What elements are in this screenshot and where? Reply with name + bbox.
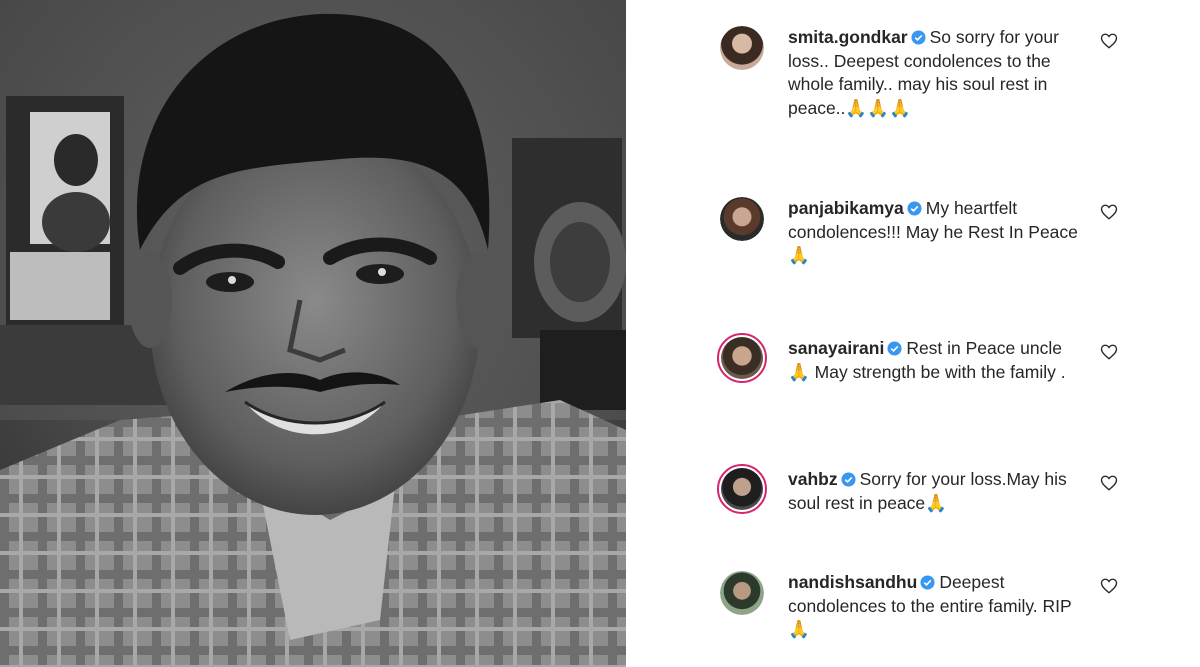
- avatar[interactable]: [717, 333, 767, 383]
- avatar[interactable]: [720, 571, 764, 615]
- comment-username[interactable]: nandishsandhu: [788, 572, 917, 592]
- comment-username[interactable]: sanayairani: [788, 338, 884, 358]
- heart-outline-icon[interactable]: [1100, 577, 1118, 595]
- portrait-photo: [0, 0, 626, 667]
- heart-outline-icon[interactable]: [1100, 343, 1118, 361]
- comment-username[interactable]: panjabikamya: [788, 198, 904, 218]
- comment-text: nandishsandhu Deepest condolences to the …: [788, 571, 1088, 642]
- avatar[interactable]: [717, 464, 767, 514]
- comment-text: vahbz Sorry for your loss.May his soul re…: [788, 468, 1088, 515]
- heart-outline-icon[interactable]: [1100, 203, 1118, 221]
- verified-badge-icon: [887, 341, 902, 356]
- verified-badge-icon: [920, 575, 935, 590]
- avatar[interactable]: [720, 197, 764, 241]
- comment-text: sanayairani Rest in Peace uncle 🙏 May str…: [788, 337, 1088, 384]
- comment-username[interactable]: vahbz: [788, 469, 838, 489]
- comment-text: smita.gondkar So sorry for your loss.. De…: [788, 26, 1088, 120]
- heart-outline-icon[interactable]: [1100, 32, 1118, 50]
- verified-badge-icon: [911, 30, 926, 45]
- verified-badge-icon: [841, 472, 856, 487]
- post-photo: [0, 0, 626, 667]
- verified-badge-icon: [907, 201, 922, 216]
- avatar[interactable]: [720, 26, 764, 70]
- heart-outline-icon[interactable]: [1100, 474, 1118, 492]
- comment-text: panjabikamya My heartfelt condolences!!! …: [788, 197, 1088, 268]
- comment-username[interactable]: smita.gondkar: [788, 27, 908, 47]
- comments-panel: smita.gondkar So sorry for your loss.. De…: [626, 0, 1200, 667]
